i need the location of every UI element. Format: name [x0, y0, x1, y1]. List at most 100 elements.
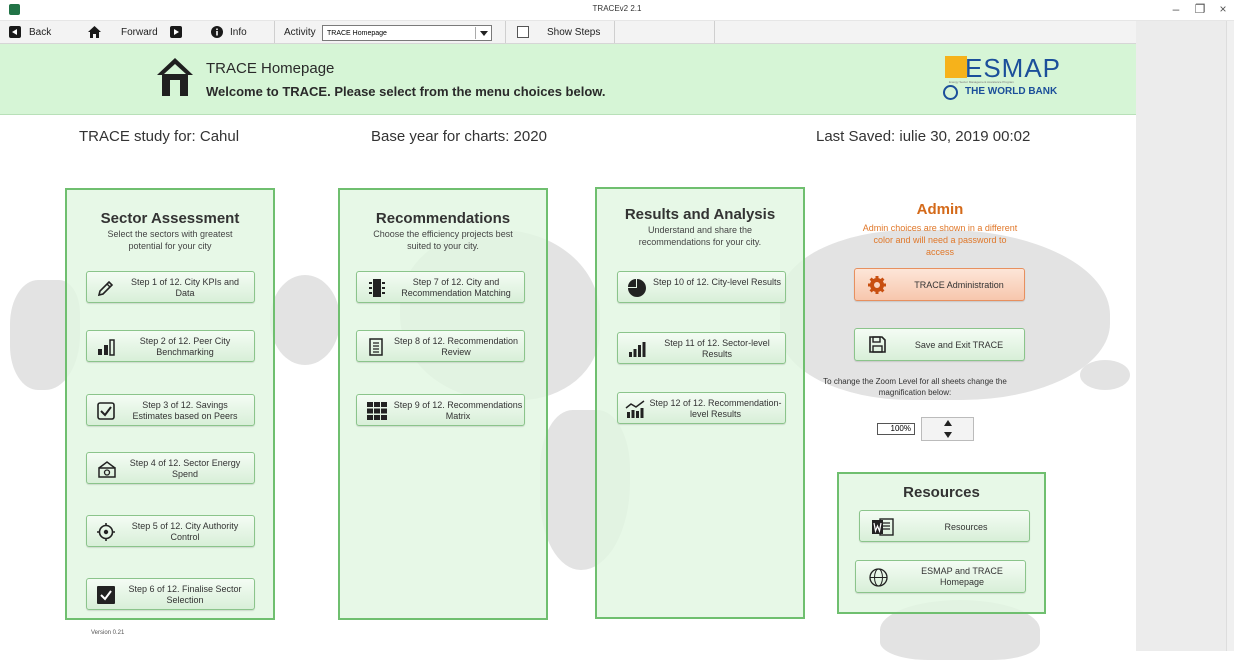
back-button[interactable]: Back	[9, 21, 51, 43]
save-exit-label: Save and Exit TRACE	[914, 340, 1004, 350]
step-2-label: Step 2 of 12. Peer City Benchmarking	[139, 336, 231, 357]
esmap-trace-homepage-label: ESMAP and TRACE Homepage	[921, 566, 1003, 587]
step-1-button[interactable]: Step 1 of 12. City KPIs and Data	[86, 271, 255, 303]
step-4-label: Step 4 of 12. Sector Energy Spend	[129, 458, 241, 479]
toolbar-divider	[714, 21, 715, 43]
results-description: Understand and share the recommendations…	[638, 225, 762, 247]
window-title: TRACEv2 2.1	[592, 4, 642, 13]
esmap-logo: ESMAP Energy Sector Management Assistanc…	[945, 53, 1067, 84]
step-4-button[interactable]: Step 4 of 12. Sector Energy Spend	[86, 452, 255, 484]
recommendations-title: Recommendations	[375, 210, 511, 227]
globe-icon	[943, 85, 958, 100]
step-5-label: Step 5 of 12. City Authority Control	[131, 521, 239, 542]
info-button[interactable]: Info	[211, 21, 247, 43]
money-icon	[98, 461, 116, 478]
info-label: Info	[230, 26, 247, 38]
back-label: Back	[29, 26, 52, 38]
gear-icon	[868, 276, 886, 294]
save-icon	[869, 336, 886, 353]
step-10-label: Step 10 of 12. City-level Results	[652, 277, 782, 287]
word-document-icon	[872, 518, 894, 536]
chevron-down-icon[interactable]	[475, 27, 491, 39]
grid-matrix-icon	[367, 402, 387, 420]
esmap-trace-homepage-button[interactable]: ESMAP and TRACE Homepage	[855, 560, 1026, 593]
show-steps-label: Show Steps	[547, 26, 601, 38]
admin-title: Admin	[916, 201, 964, 218]
forward-label: Forward	[121, 26, 158, 38]
esmap-logo-subtitle: Energy Sector Management Assistance Prog…	[949, 80, 1014, 84]
zoom-level-field[interactable]: 100%	[877, 423, 915, 435]
step-8-button[interactable]: Step 8 of 12. Recommendation Review	[356, 330, 525, 362]
home-icon	[88, 26, 101, 38]
zoom-instructions: To change the Zoom Level for all sheets …	[823, 377, 1007, 397]
results-panel: Results and Analysis Understand and shar…	[595, 187, 805, 619]
resources-button[interactable]: Resources	[859, 510, 1030, 542]
pencil-icon	[97, 280, 114, 297]
step-3-button[interactable]: Step 3 of 12. Savings Estimates based on…	[86, 394, 255, 426]
worldbank-logo: THE WORLD BANK	[943, 85, 1073, 101]
toolbar-divider	[274, 21, 275, 43]
step-7-label: Step 7 of 12. City and Recommendation Ma…	[401, 277, 511, 298]
recommendations-panel: Recommendations Choose the efficiency pr…	[338, 188, 548, 620]
welcome-message: Welcome to TRACE. Please select from the…	[206, 84, 606, 99]
activity-select[interactable]: TRACE Homepage	[322, 25, 492, 41]
sector-assessment-panel: Sector Assessment Select the sectors wit…	[65, 188, 275, 620]
zoom-spinner[interactable]	[921, 417, 974, 441]
house-icon	[157, 58, 193, 96]
step-5-button[interactable]: Step 5 of 12. City Authority Control	[86, 515, 255, 547]
trend-chart-icon	[625, 400, 645, 418]
minimize-button[interactable]: –	[1166, 2, 1186, 16]
step-3-label: Step 3 of 12. Savings Estimates based on…	[132, 400, 238, 421]
check-square-icon	[97, 586, 115, 604]
chevron-up-icon[interactable]	[944, 420, 952, 426]
restore-button[interactable]: ❐	[1190, 2, 1210, 16]
close-button[interactable]: ×	[1213, 2, 1233, 16]
resources-title: Resources	[903, 484, 980, 501]
step-9-button[interactable]: Step 9 of 12. Recommendations Matrix	[356, 394, 525, 426]
step-9-label: Step 9 of 12. Recommendations Matrix	[393, 400, 523, 421]
checkbox-checked-icon	[97, 402, 115, 420]
bar-chart-icon	[629, 342, 646, 357]
globe-www-icon	[869, 568, 888, 587]
step-6-button[interactable]: Step 6 of 12. Finalise Sector Selection	[86, 578, 255, 610]
window-titlebar: TRACEv2 2.1 – ❐ ×	[0, 0, 1234, 21]
vertical-scrollbar[interactable]	[1226, 21, 1234, 651]
activity-label: Activity	[284, 26, 316, 38]
toolbar-divider	[505, 21, 506, 43]
step-6-label: Step 6 of 12. Finalise Sector Selection	[128, 584, 242, 605]
pie-chart-icon	[628, 279, 646, 297]
bar-chart-icon	[98, 339, 115, 356]
chevron-down-icon[interactable]	[944, 432, 952, 438]
results-title: Results and Analysis	[624, 206, 776, 223]
toolbar: Back Forward Info Activity TRACE Homepag…	[0, 21, 1136, 44]
toolbar-divider	[614, 21, 615, 43]
esmap-logo-square	[945, 56, 967, 78]
document-list-icon	[369, 338, 383, 356]
worksheet-gray-area	[1136, 21, 1226, 651]
save-exit-button[interactable]: Save and Exit TRACE	[854, 328, 1025, 361]
admin-description: Admin choices are shown in a different c…	[862, 223, 1018, 257]
step-11-button[interactable]: Step 11 of 12. Sector-level Results	[617, 332, 786, 364]
activity-select-value: TRACE Homepage	[327, 29, 387, 37]
base-year-label: Base year for charts: 2020	[371, 128, 547, 145]
home-button[interactable]	[88, 21, 101, 43]
sector-assessment-description: Select the sectors with greatest potenti…	[107, 229, 233, 251]
matching-icon	[369, 279, 385, 297]
step-7-button[interactable]: Step 7 of 12. City and Recommendation Ma…	[356, 271, 525, 303]
target-icon	[97, 523, 115, 541]
show-steps-checkbox[interactable]	[517, 26, 529, 38]
step-10-button[interactable]: Step 10 of 12. City-level Results	[617, 271, 786, 303]
step-11-label: Step 11 of 12. Sector-level Results	[664, 338, 770, 359]
recommendations-description: Choose the efficiency projects best suit…	[373, 229, 513, 251]
step-12-button[interactable]: Step 12 of 12. Recommendation-level Resu…	[617, 392, 786, 424]
forward-button[interactable]: Forward	[121, 21, 190, 43]
resources-label: Resources	[944, 522, 988, 532]
step-12-label: Step 12 of 12. Recommendation-level Resu…	[649, 398, 782, 419]
info-icon	[211, 26, 223, 38]
back-arrow-icon	[9, 26, 21, 38]
trace-administration-button[interactable]: TRACE Administration	[854, 268, 1025, 301]
worldbank-logo-text: THE WORLD BANK	[965, 86, 1058, 97]
step-8-label: Step 8 of 12. Recommendation Review	[393, 336, 519, 357]
step-2-button[interactable]: Step 2 of 12. Peer City Benchmarking	[86, 330, 255, 362]
forward-arrow-icon	[169, 26, 182, 38]
